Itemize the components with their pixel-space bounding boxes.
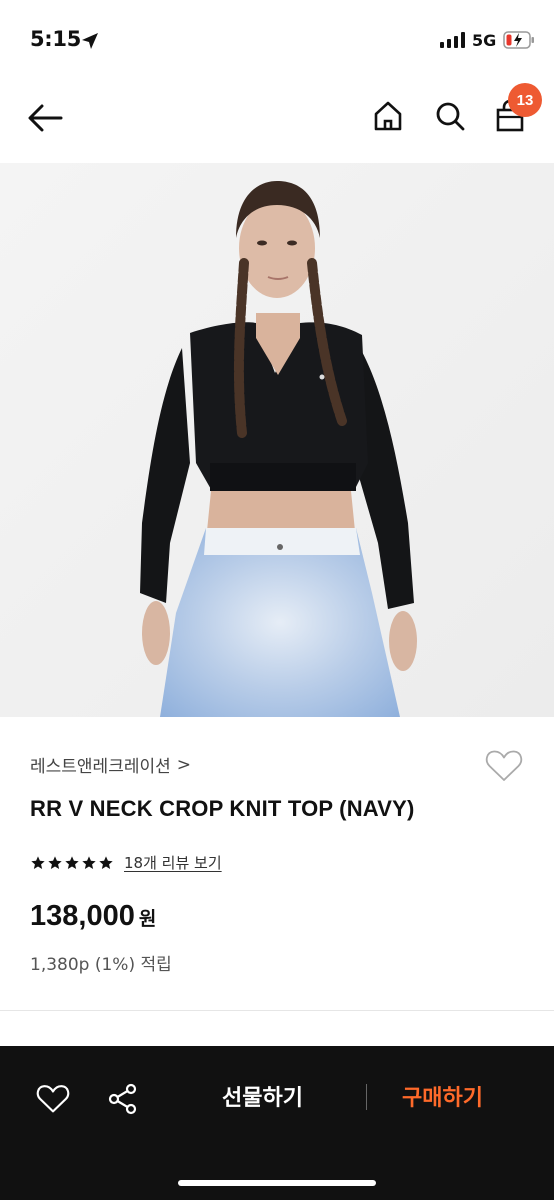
search-button[interactable] xyxy=(428,94,472,138)
star-rating xyxy=(30,855,114,871)
battery-charging-icon xyxy=(503,30,535,54)
heart-icon xyxy=(36,1085,70,1113)
bottom-action-bar: 선물하기 구매하기 xyxy=(0,1046,554,1200)
points-info: 1,380p (1%) 적립 xyxy=(30,955,172,975)
bottom-wishlist-button[interactable] xyxy=(30,1076,76,1122)
chevron-right-icon: > xyxy=(176,754,192,775)
product-image[interactable] xyxy=(0,163,554,717)
star-icon xyxy=(82,855,96,869)
gift-button[interactable]: 선물하기 xyxy=(222,1080,303,1112)
review-link[interactable]: 18개 리뷰 보기 xyxy=(124,852,222,873)
price-row: 138,000 원 xyxy=(30,900,156,933)
rating-row: 18개 리뷰 보기 xyxy=(30,852,222,873)
brand-link[interactable]: 레스트앤레크레이션 > xyxy=(30,752,192,778)
back-button[interactable] xyxy=(20,96,70,140)
price: 138,000 xyxy=(30,900,135,932)
share-icon xyxy=(108,1083,137,1115)
buy-button[interactable]: 구매하기 xyxy=(402,1080,483,1112)
location-arrow-icon xyxy=(80,31,100,55)
home-indicator xyxy=(178,1180,376,1186)
divider xyxy=(0,1010,554,1011)
divider xyxy=(366,1084,367,1110)
star-icon xyxy=(48,855,62,869)
star-icon xyxy=(31,855,45,869)
top-nav: 13 xyxy=(0,80,554,162)
star-icon xyxy=(65,855,79,869)
home-button[interactable] xyxy=(366,94,410,138)
model-photo xyxy=(0,163,554,717)
share-button[interactable] xyxy=(100,1076,146,1122)
signal-bars-icon xyxy=(440,32,466,52)
brand-name: 레스트앤레크레이션 xyxy=(30,757,171,777)
heart-icon xyxy=(485,750,523,781)
star-icon xyxy=(99,855,113,869)
product-title: RR V NECK CROP KNIT TOP (NAVY) xyxy=(30,796,415,821)
network-label: 5G xyxy=(472,31,497,50)
wishlist-button[interactable] xyxy=(484,746,524,786)
status-bar: 5:15 5G xyxy=(0,0,554,80)
currency: 원 xyxy=(138,908,157,930)
search-icon xyxy=(436,102,465,131)
home-icon xyxy=(374,101,402,131)
cart-count-badge: 13 xyxy=(508,83,542,117)
status-time: 5:15 xyxy=(30,27,82,51)
back-arrow-icon xyxy=(28,104,63,132)
